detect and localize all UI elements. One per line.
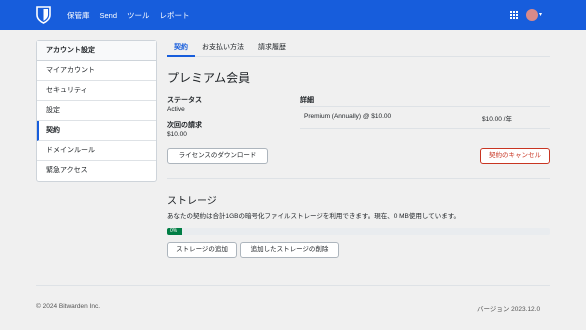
avatar[interactable] bbox=[526, 9, 538, 21]
section-divider bbox=[167, 178, 550, 179]
top-navbar: 保管庫 Send ツール レポート ▾ bbox=[0, 0, 586, 30]
nav-links: 保管庫 Send ツール レポート bbox=[67, 0, 200, 30]
remove-storage-button[interactable]: 追加したストレージの削除 bbox=[240, 242, 339, 258]
copyright-text: © 2024 Bitwarden Inc. bbox=[36, 303, 101, 310]
sidebar-title: アカウント設定 bbox=[37, 41, 156, 61]
nav-vault[interactable]: 保管庫 bbox=[67, 10, 90, 21]
bitwarden-shield-icon[interactable] bbox=[36, 6, 51, 24]
divider bbox=[300, 106, 550, 107]
tab-payment-method[interactable]: お支払い方法 bbox=[195, 40, 251, 57]
details-label: 詳細 bbox=[300, 97, 314, 104]
footer-divider bbox=[36, 285, 550, 286]
version-text: バージョン 2023.12.0 bbox=[477, 306, 541, 313]
settings-sidebar: アカウント設定 マイアカウント セキュリティ 設定 契約 ドメインルール 緊急ア… bbox=[36, 40, 157, 182]
next-charge-label: 次回の請求 bbox=[167, 122, 202, 129]
nav-tools[interactable]: ツール bbox=[127, 10, 150, 21]
main-content: 契約 お支払い方法 請求履歴 bbox=[167, 40, 550, 57]
status-label: ステータス bbox=[167, 97, 202, 104]
product-switcher-icon[interactable] bbox=[510, 11, 518, 19]
sidebar-item-subscription[interactable]: 契約 bbox=[37, 121, 156, 141]
divider bbox=[300, 128, 550, 129]
tab-subscription[interactable]: 契約 bbox=[167, 40, 195, 57]
sidebar-item-domain-rules[interactable]: ドメインルール bbox=[37, 141, 156, 161]
sidebar-item-my-account[interactable]: マイアカウント bbox=[37, 61, 156, 81]
subscription-tabs: 契約 お支払い方法 請求履歴 bbox=[167, 40, 550, 57]
download-license-button[interactable]: ライセンスのダウンロード bbox=[167, 148, 268, 164]
tab-billing-history[interactable]: 請求履歴 bbox=[251, 40, 293, 57]
sidebar-item-preferences[interactable]: 設定 bbox=[37, 101, 156, 121]
nav-reports[interactable]: レポート bbox=[160, 10, 190, 21]
next-charge-value: $10.00 bbox=[167, 131, 187, 138]
add-storage-button[interactable]: ストレージの追加 bbox=[167, 242, 237, 258]
chevron-down-icon[interactable]: ▾ bbox=[539, 11, 542, 18]
line-item-description: Premium (Annually) @ $10.00 bbox=[304, 113, 392, 120]
sidebar-item-security[interactable]: セキュリティ bbox=[37, 81, 156, 101]
storage-progress-fill: 0% bbox=[167, 228, 183, 235]
storage-progress-bar: 0% bbox=[167, 228, 550, 235]
storage-description: あなたの契約は合計1GBの暗号化ファイルストレージを利用できます。現在、0 MB… bbox=[167, 213, 461, 220]
line-item-price: $10.00 /年 bbox=[482, 116, 512, 123]
page-title: プレミアム会員 bbox=[167, 71, 251, 85]
status-value: Active bbox=[167, 106, 185, 113]
cancel-subscription-button[interactable]: 契約のキャンセル bbox=[480, 148, 550, 164]
sidebar-item-emergency-access[interactable]: 緊急アクセス bbox=[37, 161, 156, 181]
storage-title: ストレージ bbox=[167, 196, 217, 207]
nav-send[interactable]: Send bbox=[100, 11, 118, 20]
